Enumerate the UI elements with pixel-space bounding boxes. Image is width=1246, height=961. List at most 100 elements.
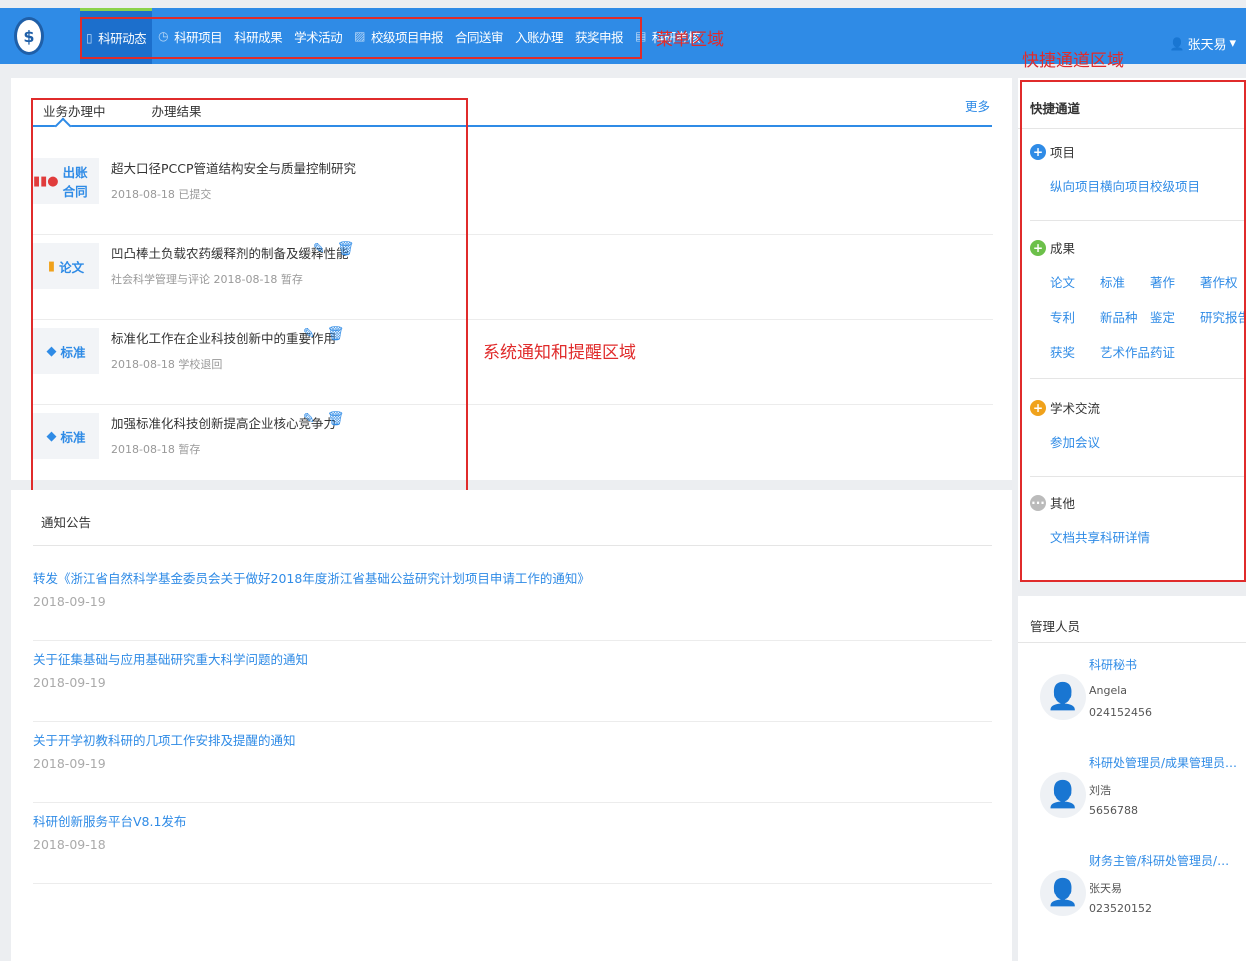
manager-name: Angela [1089, 684, 1128, 697]
quick-panel: 快捷通道 + 项目 纵向项目 横向项目 校级项目 + 成果 论文 标准 著作 著作权 专利 新品种 鉴定研… [1018, 78, 1246, 580]
quick-link[interactable]: 新品种 [1100, 307, 1150, 326]
plus-icon[interactable]: + [1030, 399, 1046, 416]
manager-role: 科研秘书 [1089, 658, 1138, 672]
task-row[interactable]: ▮▮● 出账合同 超大口径PCCP管道结构安全与质量控制研究 2018-08-18 已… [33, 150, 993, 235]
quick-link[interactable]: 获奖 [1050, 342, 1100, 361]
task-type-badge: ◆ 标准 [33, 413, 99, 459]
badge-label: 论文 [59, 259, 85, 275]
delete-icon[interactable]: 🗑 [327, 411, 345, 427]
edit-icon[interactable]: ✎ [303, 326, 315, 342]
nav-item-label: 学术活动 [294, 29, 343, 45]
quick-link[interactable]: 校级项目 [1150, 176, 1200, 195]
badge-icon: ◆ [46, 343, 57, 359]
nav-item[interactable]: ◷ 科研项目 [152, 8, 228, 64]
notice-item[interactable]: 关于开学初教科研的几项工作安排及提醒的通知 2018-09-19 [33, 722, 992, 803]
edit-icon[interactable]: ✎ [303, 411, 315, 427]
nav-item[interactable]: 合同送审 [449, 8, 509, 64]
avatar: 👤 [1040, 674, 1086, 720]
divider [33, 545, 992, 546]
badge-label: 出账合同 [62, 165, 88, 199]
nav-item-label: 校级项目申报 [371, 29, 444, 45]
notice-item[interactable]: 关于征集基础与应用基础研究重大科学问题的通知 2018-09-19 [33, 641, 992, 722]
quick-link[interactable]: 标准 [1100, 272, 1150, 291]
nav-item[interactable]: ▯ 科研动态 [80, 8, 153, 64]
badge-icon: ◆ [46, 428, 57, 444]
quick-group-label: 项目 [1050, 145, 1076, 160]
task-row[interactable]: ◆ 标准 加强标准化科技创新提高企业核心竞争力 2018-08-18 暂存 ✎ 🗑 [33, 405, 993, 490]
task-actions: ✎ 🗑 [303, 326, 345, 342]
notice-link[interactable]: 关于开学初教科研的几项工作安排及提醒的通知 [33, 730, 296, 749]
task-type-badge: ▮▮● 出账合同 [33, 158, 99, 204]
tab-0[interactable]: 业务办理中 [33, 96, 116, 124]
quick-link[interactable]: 参加会议 [1050, 432, 1100, 451]
manager-phone: 5656788 [1089, 804, 1138, 817]
quick-links: 文档共享 科研详情 [1050, 527, 1246, 546]
quick-link[interactable]: 专利 [1050, 307, 1100, 326]
quick-link[interactable]: 横向项目 [1100, 176, 1150, 195]
tab-1[interactable]: 办理结果 [142, 96, 212, 124]
quick-links: 纵向项目 横向项目 校级项目 [1050, 176, 1246, 195]
nav-item[interactable]: 学术活动 [288, 8, 348, 64]
edit-icon[interactable]: ✎ [313, 241, 325, 257]
nav-item-label: 科研动态 [98, 31, 147, 46]
notice-date: 2018-09-19 [33, 594, 106, 609]
quick-link[interactable]: 著作权 [1200, 272, 1246, 291]
main-menu: ▯ 科研动态 ◷ 科研项目 科研成果 学术活动 ▨ 校级项目申报 合同送审 入账办理 获奖申报 ▤ 科研… [80, 8, 706, 64]
nav-item[interactable]: 入账办理 [509, 8, 569, 64]
task-row[interactable]: ▮ 论文 凹凸棒土负载农药缓释剂的制备及缓释性能 社会科学管理与评论 2018-08-… [33, 235, 993, 320]
quick-link[interactable]: 论文 [1050, 272, 1100, 291]
quick-link[interactable]: 药证 [1150, 342, 1200, 361]
quick-group-label: 成果 [1050, 241, 1076, 256]
manager-card: 👤 科研处管理员/成果管理员/... 刘浩 5656788 [1030, 754, 1240, 849]
badge-label: 标准 [60, 429, 86, 445]
more-icon[interactable]: ··· [1030, 494, 1046, 511]
manager-phone: 023520152 [1089, 902, 1152, 915]
notice-link[interactable]: 转发《浙江省自然科学基金委员会关于做好2018年度浙江省基础公益研究计划项目申请… [33, 568, 590, 587]
quick-link[interactable]: 科研详情 [1100, 527, 1150, 546]
task-panel: 业务办理中 办理结果 更多 ▮▮● 出账合同 超大口径PCCP管道结构安全与质量控制研… [11, 78, 1012, 480]
divider [1030, 220, 1246, 221]
nav-item[interactable]: 科研成果 [228, 8, 288, 64]
nav-item[interactable]: ▨ 校级项目申报 [348, 8, 449, 64]
notice-panel: 通知公告 转发《浙江省自然科学基金委员会关于做好2018年度浙江省基础公益研究计… [11, 490, 1012, 961]
quick-link[interactable]: 艺术作品 [1100, 342, 1150, 361]
chevron-down-icon: ▾ [1229, 36, 1236, 51]
nav-item-label: 科研项目 [174, 29, 223, 45]
quick-link[interactable]: 著作 [1150, 272, 1200, 291]
manager-card: 👤 科研秘书 Angela 024152456 [1030, 656, 1240, 751]
plus-icon[interactable]: + [1030, 143, 1046, 160]
notice-date: 2018-09-19 [33, 675, 106, 690]
quick-link[interactable]: 纵向项目 [1050, 176, 1100, 195]
quick-link[interactable]: 鉴定 [1150, 307, 1200, 326]
plus-icon[interactable]: + [1030, 239, 1046, 256]
user-name: 张天易 [1187, 38, 1227, 53]
task-type-badge: ◆ 标准 [33, 328, 99, 374]
task-actions: ✎ 🗑 [303, 411, 345, 427]
nav-item-label: 科研成果 [234, 29, 283, 45]
notice-link[interactable]: 关于征集基础与应用基础研究重大科学问题的通知 [33, 649, 308, 668]
task-meta: 社会科学管理与评论 2018-08-18 暂存 [111, 273, 303, 286]
notice-item[interactable]: 科研创新服务平台V8.1发布 2018-09-18 [33, 803, 992, 884]
manager-role: 财务主管/科研处管理员/成... [1089, 854, 1239, 868]
task-title[interactable]: 超大口径PCCP管道结构安全与质量控制研究 [111, 158, 356, 177]
notice-date: 2018-09-18 [33, 837, 106, 852]
manager-title: 管理人员 [1030, 619, 1081, 634]
quick-link[interactable]: 研究报告 [1200, 307, 1246, 326]
task-type-badge: ▮ 论文 [33, 243, 99, 289]
quick-link[interactable]: 文档共享 [1050, 527, 1100, 546]
notice-item[interactable]: 转发《浙江省自然科学基金委员会关于做好2018年度浙江省基础公益研究计划项目申请… [33, 560, 992, 641]
divider [1030, 476, 1246, 477]
manager-card: 👤 财务主管/科研处管理员/成... 张天易 023520152 [1030, 852, 1240, 947]
delete-icon[interactable]: 🗑 [337, 241, 355, 257]
logo-icon[interactable]: $ [14, 17, 44, 55]
nav-item-label: 获奖申报 [575, 29, 624, 45]
nav-item[interactable]: 获奖申报 [569, 8, 629, 64]
notice-link[interactable]: 科研创新服务平台V8.1发布 [33, 811, 186, 830]
clipboard-icon: ▤ [635, 29, 646, 43]
quick-links: 论文 标准 著作 著作权专利 新品种 鉴定 研究报告获奖 艺术作品 药证 [1050, 272, 1246, 361]
user-menu[interactable]: 👤 张天易 ▾ [1170, 34, 1237, 53]
quick-title: 快捷通道 [1030, 101, 1081, 116]
quick-links: 参加会议 [1050, 432, 1246, 451]
delete-icon[interactable]: 🗑 [327, 326, 345, 342]
more-link[interactable]: 更多 [965, 96, 990, 115]
